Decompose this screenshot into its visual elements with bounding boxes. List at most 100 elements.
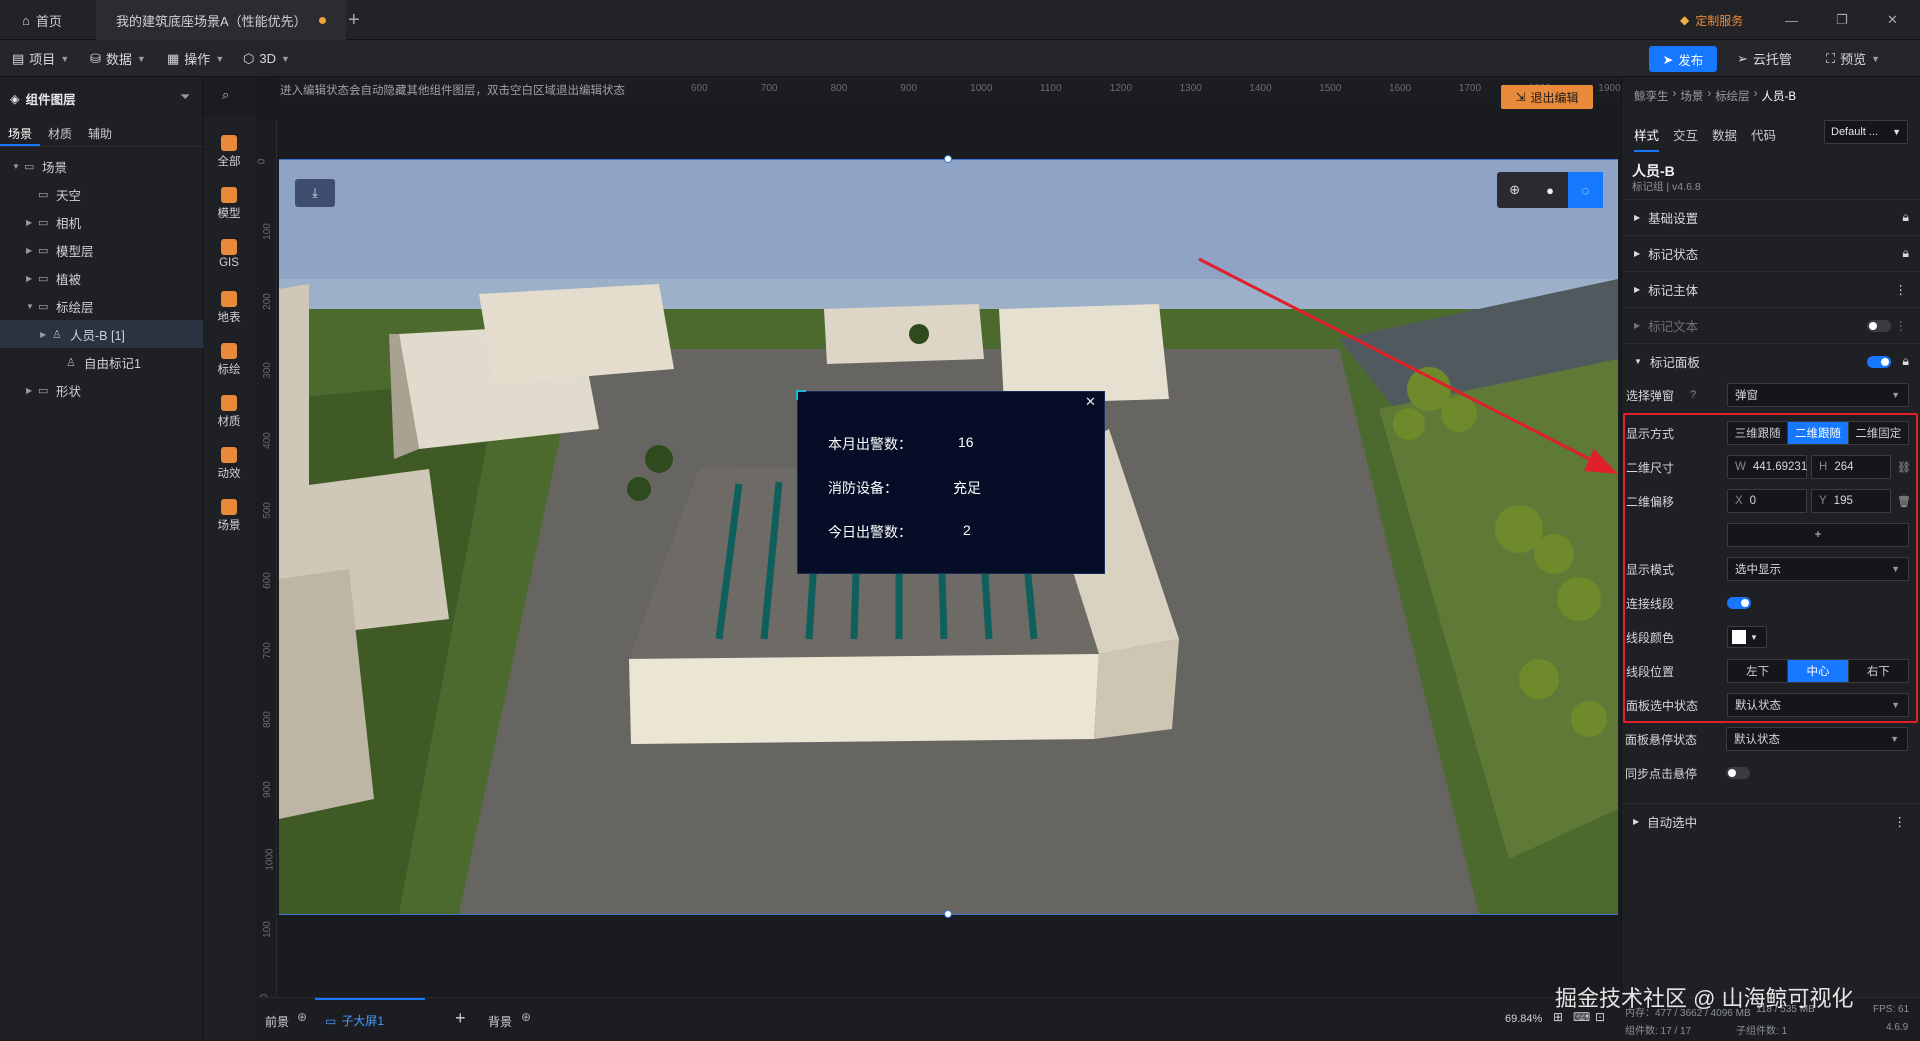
line-position-switch[interactable]: 左下 中心 右下 (1727, 659, 1909, 683)
tree-item[interactable]: ▶ ▭ 模型层 (0, 236, 203, 264)
preset-select[interactable]: Default ... ▼ (1824, 120, 1908, 144)
tab-data[interactable]: 数据 (1712, 125, 1737, 152)
tree-item[interactable]: ▶ ♙ 人员-B [1] (0, 320, 203, 348)
popup-close-icon[interactable]: ✕ (1085, 394, 1096, 410)
preview-button[interactable]: ⛶ 预览 ▼ (1826, 40, 1880, 77)
background-label[interactable]: 背景 (488, 1013, 512, 1030)
search-icon[interactable]: ⌕ (222, 87, 229, 103)
caret-right-icon[interactable]: ▶ (40, 330, 52, 339)
resize-handle[interactable] (944, 910, 952, 918)
connect-line-toggle[interactable] (1727, 597, 1751, 609)
trash-icon[interactable]: 🗑︎ (1897, 495, 1911, 508)
zoom-level[interactable]: 69.84% (1505, 1013, 1542, 1025)
resize-handle[interactable] (944, 155, 952, 163)
tree-item[interactable]: ▼ ▭ 场景 (0, 152, 203, 180)
section-marker-panel[interactable]: ▼ 标记面板 🔒︎ (1622, 343, 1920, 379)
offset-y-input[interactable]: Y 195 (1811, 489, 1891, 513)
breadcrumb-item[interactable]: 鲸孪生 (1634, 88, 1669, 104)
section-basic[interactable]: ▶ 基础设置 🔒︎ (1622, 199, 1920, 235)
lock-icon[interactable]: 🔒︎ (1902, 246, 1909, 261)
caret-right-icon[interactable]: ▶ (26, 218, 38, 227)
category-scene[interactable]: 场景 (203, 499, 255, 533)
add-screen-button[interactable]: + (455, 1008, 466, 1029)
caret-right-icon[interactable]: ▶ (26, 274, 38, 283)
more-icon[interactable]: ⋮ (1895, 282, 1908, 297)
close-window-button[interactable]: ✕ (1887, 0, 1898, 40)
tree-item[interactable]: ♙ 自由标记1 (0, 348, 203, 376)
breadcrumb-item[interactable]: 标绘层 (1715, 88, 1750, 104)
foreground-label[interactable]: 前景 (265, 1013, 289, 1030)
panel-hover-select[interactable]: 默认状态 ▼ (1726, 727, 1908, 751)
marker-panel-toggle[interactable] (1867, 356, 1891, 368)
category-surface[interactable]: 地表 (203, 291, 255, 325)
menu-3d[interactable]: ⬡ 3D ▼ (243, 40, 290, 77)
segment-option[interactable]: 三维跟随 (1728, 422, 1789, 444)
breadcrumb-item[interactable]: 人员-B (1762, 88, 1797, 104)
section-marker-state[interactable]: ▶ 标记状态 🔒︎ (1622, 235, 1920, 271)
add-foreground-icon[interactable]: ⊕ (297, 1010, 307, 1024)
marker-popup[interactable]: ✕ 本月出警数： 16 消防设备： 充足 今日出警数： 2 (796, 390, 1105, 574)
add-offset-button[interactable]: + (1727, 523, 1909, 547)
download-icon[interactable]: ⤓ (295, 179, 335, 207)
publish-button[interactable]: ➤ 发布 (1649, 46, 1717, 72)
tree-item[interactable]: ▼ ▭ 标绘层 (0, 292, 203, 320)
tree-item[interactable]: ▭ 天空 (0, 180, 203, 208)
add-background-icon[interactable]: ⊕ (521, 1010, 531, 1024)
category-model[interactable]: 模型 (203, 187, 255, 221)
custom-service-button[interactable]: ◆ 定制服务 (1680, 0, 1743, 40)
segment-option[interactable]: 中心 (1788, 660, 1849, 682)
display-mode-switch[interactable]: 三维跟随 二维跟随 二维固定 (1727, 421, 1909, 445)
offset-x-input[interactable]: X0 (1727, 489, 1807, 513)
caret-right-icon[interactable]: ▶ (26, 246, 38, 255)
tab-interaction[interactable]: 交互 (1673, 125, 1698, 152)
add-tab-button[interactable]: + (348, 0, 360, 40)
tab-material[interactable]: 材质 (40, 119, 80, 146)
lock-icon[interactable]: 🔒︎ (1902, 354, 1909, 369)
minimize-button[interactable]: — (1785, 0, 1798, 40)
tab-scene[interactable]: 我的建筑底座场景A（性能优先） (96, 0, 346, 40)
height-input[interactable]: H 264 (1811, 455, 1891, 479)
more-icon[interactable]: ⋮ (1895, 318, 1908, 333)
menu-data[interactable]: ⛁ 数据 ▼ (90, 40, 146, 77)
tree-item[interactable]: ▶ ▭ 植被 (0, 264, 203, 292)
screen-tab[interactable]: ▭ 子大屏1 (315, 998, 425, 1041)
segment-option[interactable]: 二维跟随 (1788, 422, 1849, 444)
category-plot[interactable]: 标绘 (203, 343, 255, 377)
tree-item[interactable]: ▶ ▭ 形状 (0, 376, 203, 404)
tab-code[interactable]: 代码 (1751, 125, 1776, 152)
caret-right-icon[interactable]: ▶ (26, 386, 38, 395)
tab-scene-layer[interactable]: 场景 (0, 119, 40, 146)
category-effect[interactable]: 动效 (203, 447, 255, 481)
width-input[interactable]: W 441.69231 (1727, 455, 1807, 479)
tree-item[interactable]: ▶ ▭ 相机 (0, 208, 203, 236)
lock-icon[interactable]: 🔒︎ (1902, 210, 1909, 225)
tab-helper[interactable]: 辅助 (80, 119, 120, 146)
category-gis[interactable]: GIS (203, 239, 255, 269)
popup-select[interactable]: 弹窗 ▼ (1727, 383, 1909, 407)
menu-operate[interactable]: ▦ 操作 ▼ (167, 40, 224, 77)
cloud-hosting-button[interactable]: ➢ 云托管 (1737, 40, 1792, 77)
section-marker-body[interactable]: ▶ 标记主体 ⋮ (1622, 271, 1920, 307)
section-marker-text[interactable]: ▶ 标记文本 ⋮ (1622, 307, 1920, 343)
breadcrumb-item[interactable]: 场景 (1680, 88, 1703, 104)
circle-icon[interactable]: ● (1532, 172, 1567, 208)
link-icon[interactable]: ⛓ (1897, 461, 1911, 474)
orbit-icon[interactable]: ◌ (1567, 172, 1603, 208)
section-auto-select[interactable]: ▶ 自动选中 ⋮ (1621, 803, 1920, 839)
more-icon[interactable]: ⋮ (1894, 814, 1907, 829)
globe-icon[interactable]: ⊕ (1497, 172, 1532, 208)
category-material[interactable]: 材质 (203, 395, 255, 429)
segment-option[interactable]: 二维固定 (1848, 422, 1908, 444)
menu-project[interactable]: ▤ 项目 ▼ (12, 40, 69, 77)
tab-style[interactable]: 样式 (1634, 125, 1660, 152)
marker-text-toggle[interactable] (1867, 320, 1891, 332)
segment-option[interactable]: 右下 (1848, 660, 1908, 682)
category-all[interactable]: 全部 (203, 135, 255, 169)
caret-down-icon[interactable]: ▼ (12, 162, 24, 171)
filter-icon[interactable]: ⏷ (180, 89, 190, 105)
sync-hover-toggle[interactable] (1726, 767, 1750, 779)
panel-selected-select[interactable]: 默认状态 ▼ (1727, 693, 1909, 717)
help-icon[interactable]: ? (1690, 389, 1696, 401)
caret-down-icon[interactable]: ▼ (26, 302, 38, 311)
segment-option[interactable]: 左下 (1728, 660, 1789, 682)
